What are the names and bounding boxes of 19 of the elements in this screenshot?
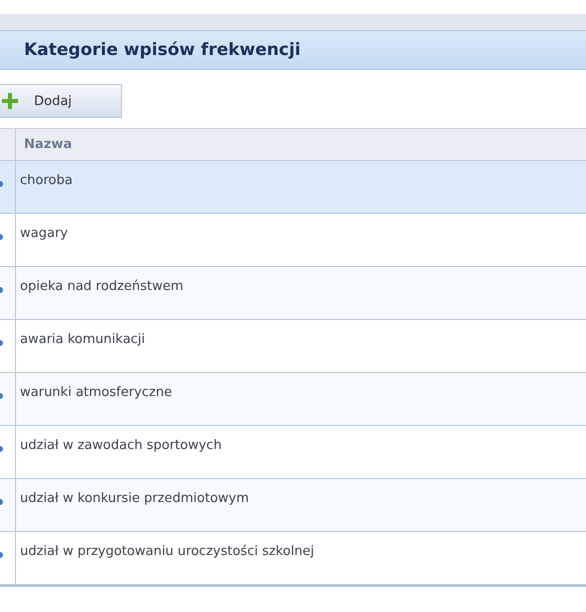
table-row[interactable]: awaria komunikacji xyxy=(0,320,586,373)
table-row[interactable]: udział w konkursie przedmiotowym xyxy=(0,479,586,532)
table-row[interactable]: choroba xyxy=(0,161,586,214)
table-cell-text: choroba xyxy=(19,172,74,190)
plus-icon xyxy=(2,93,18,109)
table-cell-text: udział w przygotowaniu uroczystości szkolnej xyxy=(19,543,316,561)
add-button[interactable]: Dodaj xyxy=(0,84,122,118)
table-cell-text: udział w konkursie przedmiotowym xyxy=(19,490,250,508)
panel-title: Kategorie wpisów frekwencji xyxy=(24,40,301,60)
table-cell-text: wagary xyxy=(19,225,69,243)
table-cell-text: warunki atmosferyczne xyxy=(19,384,173,402)
table-row[interactable]: udział w zawodach sportowych xyxy=(0,426,586,479)
table-row[interactable]: opieka nad rodzeństwem xyxy=(0,267,586,320)
table-cell-text: opieka nad rodzeństwem xyxy=(19,278,184,296)
table-row[interactable]: udział w przygotowaniu uroczystości szkolnej xyxy=(0,532,586,585)
table-row[interactable]: wagary xyxy=(0,214,586,267)
table-cell-text: udział w zawodach sportowych xyxy=(19,437,223,455)
table-row[interactable]: warunki atmosferyczne xyxy=(0,373,586,426)
table-cell-text: awaria komunikacji xyxy=(19,331,146,349)
